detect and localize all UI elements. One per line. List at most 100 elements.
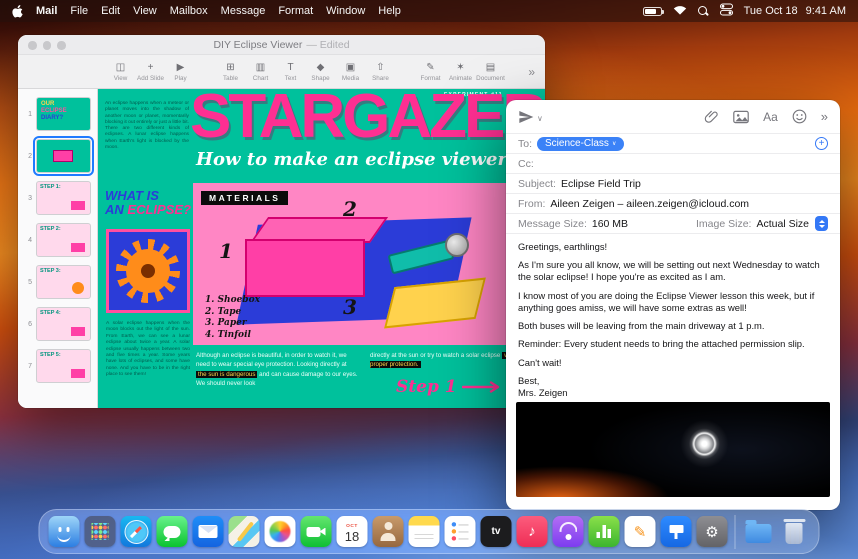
shape-icon: ◆	[316, 61, 325, 73]
dock-icon-safari[interactable]	[120, 516, 152, 547]
dock-icon-mail[interactable]	[192, 516, 224, 547]
play-button[interactable]: ▶ Play	[166, 62, 195, 82]
dock-icon-trash[interactable]	[779, 516, 810, 547]
shape-button[interactable]: ◆ Shape	[306, 62, 335, 82]
dock-icon-keynote[interactable]	[660, 516, 692, 547]
wifi-icon[interactable]	[673, 5, 687, 18]
dock-icon-numbers[interactable]	[588, 516, 620, 547]
battery-icon[interactable]	[642, 6, 664, 16]
to-field[interactable]: To: Science-Class ∨ +	[506, 134, 840, 154]
dock-icon-finder[interactable]	[48, 516, 80, 547]
subject-field[interactable]: Subject: Eclipse Field Trip	[506, 174, 840, 194]
subject-value: Eclipse Field Trip	[560, 177, 641, 190]
share-button[interactable]: ⇧ Share	[366, 62, 395, 82]
add-slide-button[interactable]: + Add Slide	[136, 62, 165, 82]
desktop: Mail File Edit View Mailbox Message Format Win…	[0, 0, 858, 559]
menu-item-edit[interactable]: Edit	[101, 5, 120, 17]
slide-thumbnail-1[interactable]: 1 OUR ECLIPSE DIARY?	[22, 97, 97, 131]
menu-item-format[interactable]: Format	[278, 5, 313, 17]
slide-thumbnail-2-selected[interactable]: 2	[22, 136, 97, 176]
body-paragraph: Can't wait!	[518, 356, 562, 368]
menu-item-help[interactable]: Help	[378, 5, 401, 17]
add-recipient-button[interactable]: +	[815, 137, 828, 150]
control-center-icon[interactable]	[719, 3, 733, 19]
dock-icon-messages[interactable]	[156, 516, 188, 547]
slide-thumbnail-7[interactable]: 7 STEP 5:	[22, 349, 97, 383]
minimize-button[interactable]	[42, 41, 51, 50]
body-paragraph: Greetings, earthlings!	[518, 241, 608, 252]
dock-icon-downloads[interactable]	[743, 516, 774, 547]
thumb-shoebox-shape	[53, 150, 73, 162]
slide-navigator: 1 OUR ECLIPSE DIARY? 2 3 STEP 1: 4 STEP 2:…	[18, 89, 98, 408]
emoji-icon[interactable]	[792, 109, 807, 124]
spotlight-search-icon[interactable]	[697, 5, 709, 17]
media-button[interactable]: ▣ Media	[336, 62, 365, 82]
menu-items: File Edit View Mailbox Message Format Window He…	[70, 5, 401, 17]
window-controls	[28, 41, 66, 50]
slide-thumbnail-3[interactable]: 3 STEP 1:	[22, 181, 97, 215]
apple-menu-icon[interactable]	[12, 4, 23, 18]
attached-eclipse-photo[interactable]	[516, 402, 830, 498]
dock-icon-notes[interactable]	[408, 516, 440, 547]
menu-bar-time[interactable]: 9:41 AM	[806, 5, 846, 17]
zoom-button[interactable]	[57, 41, 66, 50]
keynote-title-bar[interactable]: DIY Eclipse Viewer — Edited	[18, 35, 545, 55]
format-button[interactable]: ✎ Format	[416, 62, 445, 82]
image-size-popup-stepper[interactable]	[815, 216, 828, 231]
menu-item-view[interactable]: View	[133, 5, 157, 17]
text-button[interactable]: T Text	[276, 62, 305, 82]
toolbar-overflow-icon[interactable]: »	[528, 65, 535, 79]
menu-item-window[interactable]: Window	[326, 5, 365, 17]
insert-photo-icon[interactable]	[733, 110, 749, 124]
animate-button[interactable]: ✶ Animate	[446, 62, 475, 82]
document-button[interactable]: ▤ Document	[476, 62, 505, 82]
slide-thumbnail-5[interactable]: 5 STEP 3:	[22, 265, 97, 299]
shoebox-illustration	[245, 239, 365, 297]
toolbar-overflow-icon[interactable]: »	[821, 109, 828, 124]
cc-field[interactable]: Cc:	[506, 154, 840, 174]
menu-item-file[interactable]: File	[70, 5, 88, 17]
chart-icon: ▥	[255, 61, 266, 73]
stargazers-title: STARGAZERS	[190, 89, 545, 151]
dock-icon-launchpad[interactable]	[84, 516, 116, 547]
dock-icon-podcasts[interactable]	[552, 516, 584, 547]
slide-thumbnail-4[interactable]: 4 STEP 2:	[22, 223, 97, 257]
menu-bar: Mail File Edit View Mailbox Message Format Win…	[0, 0, 858, 22]
menu-item-mailbox[interactable]: Mailbox	[170, 5, 208, 17]
dock-icon-contacts[interactable]	[372, 516, 404, 547]
active-app-name[interactable]: Mail	[36, 5, 57, 17]
dock-icon-settings[interactable]: ⚙	[696, 516, 728, 547]
attach-paperclip-icon[interactable]	[704, 109, 719, 124]
message-body[interactable]: Greetings, earthlings! As I'm sure you a…	[506, 234, 840, 399]
dock-icon-reminders[interactable]	[444, 516, 476, 547]
menu-item-message[interactable]: Message	[221, 5, 266, 17]
view-icon: ◫	[115, 61, 126, 73]
recipient-token[interactable]: Science-Class ∨	[537, 136, 625, 151]
image-size-value[interactable]: Actual Size	[756, 218, 809, 230]
dock-icon-pages[interactable]: ✎	[624, 516, 656, 547]
dock-icon-facetime[interactable]	[300, 516, 332, 547]
close-button[interactable]	[28, 41, 37, 50]
dock-icon-calendar[interactable]: OCT 18	[336, 516, 368, 547]
tape-roll-illustration	[445, 233, 469, 257]
materials-panel: MATERIALS 1 2 3 4 1. Shoebox 2. Tape 3. …	[193, 183, 545, 345]
keynote-toolbar: ◫ View + Add Slide ▶ Play ⊞ Table ▥ Chart T Te…	[18, 55, 545, 89]
what-is-an-eclipse-heading: WHAT IS AN ECLIPSE?	[105, 188, 191, 217]
dock-icon-photos[interactable]	[264, 516, 296, 547]
format-text-icon[interactable]: Aa	[763, 110, 778, 124]
slide-canvas[interactable]: EXPERIMENT #11 An eclipse happens when a…	[98, 89, 545, 408]
arrow-icon	[461, 381, 499, 393]
dock-icon-music[interactable]: ♪	[516, 516, 548, 547]
dock-icon-tv[interactable]: tv	[480, 516, 512, 547]
chart-button[interactable]: ▥ Chart	[246, 62, 275, 82]
table-button[interactable]: ⊞ Table	[216, 62, 245, 82]
menu-bar-date[interactable]: Tue Oct 18	[744, 5, 798, 17]
send-options-chevron-icon[interactable]: ∨	[537, 114, 543, 123]
dock-icon-maps[interactable]	[228, 516, 260, 547]
body-paragraph: Reminder: Every student needs to bring t…	[518, 338, 805, 350]
view-button[interactable]: ◫ View	[106, 62, 135, 82]
send-icon[interactable]	[518, 109, 534, 125]
from-field[interactable]: From: Aileen Zeigen – aileen.zeigen@iclo…	[506, 194, 840, 214]
play-icon: ▶	[176, 61, 185, 73]
slide-thumbnail-6[interactable]: 6 STEP 4:	[22, 307, 97, 341]
